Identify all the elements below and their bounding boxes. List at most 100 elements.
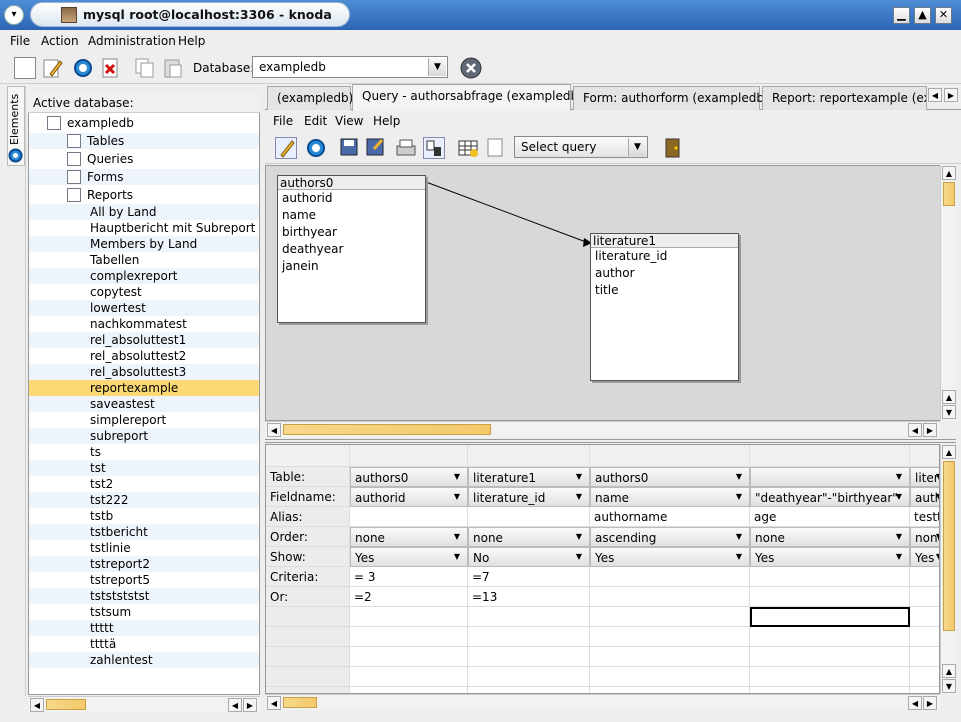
grid-empty-cell[interactable] (590, 627, 750, 647)
tree-item-report[interactable]: tst222 (29, 492, 259, 508)
scroll-up-icon[interactable]: ▲ (942, 664, 956, 678)
scroll-thumb[interactable] (46, 699, 86, 710)
grid-table-select[interactable]: ▼ (750, 467, 910, 487)
grid-empty-cell[interactable] (750, 627, 910, 647)
tab-report-reportexample[interactable]: Report: reportexample (exam (762, 86, 927, 110)
grid-criteria-input[interactable] (590, 567, 750, 587)
grid-column-header[interactable] (266, 445, 350, 467)
grid-empty-cell[interactable] (350, 627, 468, 647)
query-menu-help[interactable]: Help (373, 114, 400, 128)
execute-icon[interactable] (72, 57, 94, 79)
tree-item-exampledb[interactable]: exampledb (29, 115, 259, 131)
grid-criteria-input[interactable] (910, 567, 939, 587)
edit-pencil-icon[interactable] (42, 57, 64, 79)
tab-scroll-right-icon[interactable]: ▶ (944, 88, 958, 102)
tree-item-report[interactable]: complexreport (29, 268, 259, 284)
scroll-up-icon[interactable]: ▲ (942, 445, 956, 459)
tree-item-report[interactable]: tstreport5 (29, 572, 259, 588)
add-table-icon[interactable] (457, 137, 479, 159)
grid-vertical-scrollbar[interactable]: ▲ ▲ ▼ (940, 444, 956, 694)
scroll-left-icon[interactable]: ◀ (908, 423, 922, 437)
grid-empty-cell[interactable] (750, 667, 910, 687)
grid-empty-cell[interactable] (910, 687, 939, 693)
tab-exampledb[interactable]: (exampledb) (267, 86, 353, 110)
tree-item-report[interactable]: copytest (29, 284, 259, 300)
query-menu-file[interactable]: File (273, 114, 293, 128)
tree-item-report[interactable]: zahlentest (29, 652, 259, 668)
grid-criteria-input[interactable] (750, 567, 910, 587)
grid-or-input[interactable]: =2 (350, 587, 468, 607)
grid-empty-cell[interactable] (590, 667, 750, 687)
document-icon[interactable] (485, 137, 507, 159)
grid-criteria-input[interactable]: =7 (468, 567, 590, 587)
grid-empty-cell[interactable] (350, 647, 468, 667)
grid-or-input[interactable] (750, 587, 910, 607)
tree-group-tables[interactable]: Tables (29, 133, 259, 149)
paste-icon[interactable] (162, 57, 184, 79)
menu-help[interactable]: Help (178, 34, 205, 48)
grid-field-select[interactable]: "deathyear"-"birthyear" ▼ (750, 487, 910, 507)
delete-icon[interactable] (100, 57, 122, 79)
scroll-left-icon[interactable]: ◀ (267, 423, 281, 437)
scroll-left-icon[interactable]: ◀ (228, 698, 242, 712)
tree-item-report[interactable]: tst (29, 460, 259, 476)
grid-show-select[interactable]: No ▼ (468, 547, 590, 567)
scroll-right-icon[interactable]: ▶ (923, 423, 937, 437)
grid-alias-input[interactable]: authorname (590, 507, 750, 527)
tree-item-report[interactable]: All by Land (29, 204, 259, 220)
design-pencil-icon[interactable] (275, 137, 297, 159)
table-field[interactable]: literature_id (591, 248, 738, 265)
grid-or-input[interactable] (590, 587, 750, 607)
grid-table-select[interactable]: litera▼ (910, 467, 939, 487)
tree-item-report[interactable]: tstlinie (29, 540, 259, 556)
grid-alias-input[interactable] (468, 507, 590, 527)
scroll-right-icon[interactable]: ▶ (923, 696, 937, 710)
grid-alias-input[interactable]: testte (910, 507, 939, 527)
tree-item-report[interactable]: tstsum (29, 604, 259, 620)
scroll-thumb[interactable] (943, 461, 955, 631)
copy-icon[interactable] (134, 57, 156, 79)
minimize-button[interactable]: ▁ (893, 7, 910, 24)
tab-scroll-left-icon[interactable]: ◀ (928, 88, 942, 102)
tree-group-queries[interactable]: Queries (29, 151, 259, 167)
grid-horizontal-scrollbar[interactable]: ◀ ◀ ▶ (265, 694, 940, 710)
menu-administration[interactable]: Administration (88, 34, 176, 48)
grid-empty-cell[interactable] (468, 687, 590, 693)
grid-criteria-input[interactable]: = 3 (350, 567, 468, 587)
grid-column-header[interactable] (468, 445, 590, 467)
tree-item-report[interactable]: Hauptbericht mit Subreport (29, 220, 259, 236)
tree-item-report[interactable]: ttttä (29, 636, 259, 652)
grid-empty-cell[interactable] (468, 607, 590, 627)
grid-empty-cell[interactable] (750, 687, 910, 693)
grid-empty-cell[interactable] (590, 687, 750, 693)
tree-item-report[interactable]: reportexample (29, 380, 259, 396)
grid-show-select[interactable]: Yes ▼ (750, 547, 910, 567)
grid-empty-cell[interactable] (590, 647, 750, 667)
scroll-up-icon[interactable]: ▲ (942, 390, 956, 404)
tree-item-report[interactable]: ttttt (29, 620, 259, 636)
tree-item-report[interactable]: subreport (29, 428, 259, 444)
table-field[interactable]: title (591, 282, 738, 299)
tree-group-forms[interactable]: Forms (29, 169, 259, 185)
exit-door-icon[interactable] (663, 137, 685, 159)
grid-field-select[interactable]: auth▼ (910, 487, 939, 507)
tree-horizontal-scrollbar[interactable]: ◀ ◀ ▶ (28, 696, 260, 712)
grid-empty-cell[interactable] (468, 627, 590, 647)
grid-table-select[interactable]: authors0 ▼ (590, 467, 750, 487)
window-menu-button[interactable]: ▾ (4, 5, 24, 25)
grid-order-select[interactable]: none ▼ (468, 527, 590, 547)
scroll-thumb[interactable] (283, 424, 491, 435)
scroll-left-icon[interactable]: ◀ (908, 696, 922, 710)
tree-item-report[interactable]: simplereport (29, 412, 259, 428)
grid-table-select[interactable]: literature1 ▼ (468, 467, 590, 487)
tree-item-report[interactable]: rel_absoluttest2 (29, 348, 259, 364)
grid-empty-cell[interactable] (910, 647, 939, 667)
table-field[interactable]: janein (278, 258, 425, 275)
grid-empty-cell[interactable] (590, 607, 750, 627)
tree-item-report[interactable]: tstbericht (29, 524, 259, 540)
scroll-down-icon[interactable]: ▼ (942, 405, 956, 419)
tree-item-report[interactable]: nachkommatest (29, 316, 259, 332)
grid-empty-cell[interactable] (350, 607, 468, 627)
tree-item-report[interactable]: tst2 (29, 476, 259, 492)
grid-empty-cell[interactable] (750, 607, 910, 627)
